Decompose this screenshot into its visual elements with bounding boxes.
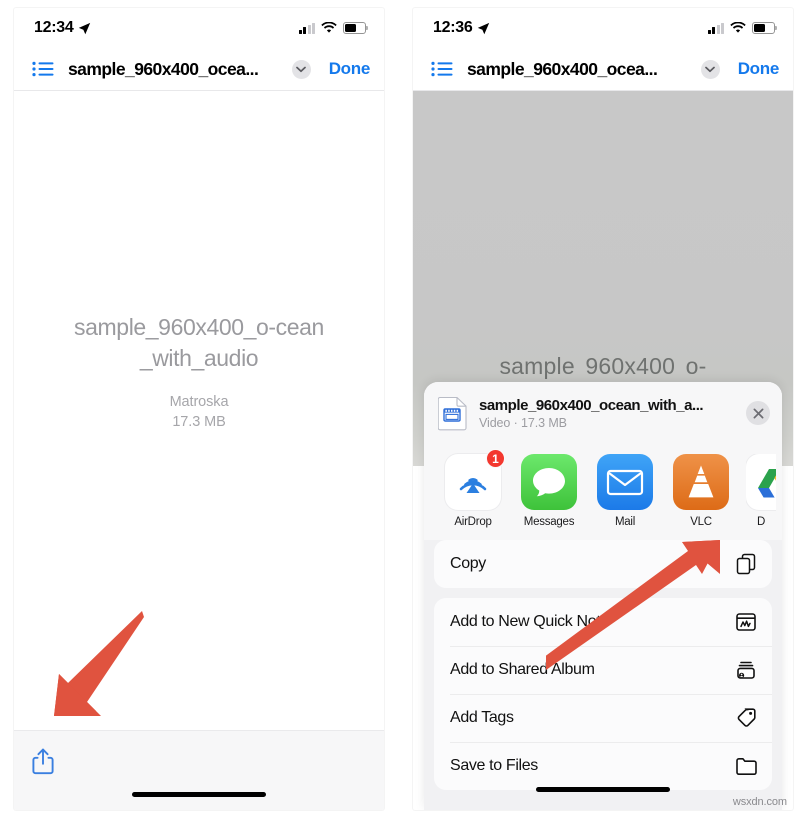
document-kind: Matroska [169,394,229,411]
right-navbar-title: sample_960x400_ocea... [467,58,658,79]
share-app-label: VLC [690,516,712,528]
action-row-shared-album[interactable]: Add to Shared Album [434,646,772,694]
left-navbar: sample_960x400_ocea... Done [14,48,384,90]
status-bar-right [707,22,778,34]
wifi-icon [730,22,746,33]
screenshot-stage: 12:34 sample_960x400_ocea... Done sample… [0,0,800,823]
status-bar-left: 12:36 [433,19,490,37]
document-name: sample_960x400_o-cean_with_audio [74,313,324,371]
location-arrow-icon [478,22,490,34]
status-bar-time: 12:34 [34,19,74,36]
share-app-vlc[interactable]: VLC [670,454,732,528]
left-done-button[interactable]: Done [321,59,371,79]
dimmed-document-name: sample 960x400 o- [499,353,707,379]
airdrop-badge: 1 [486,449,505,468]
action-row-add-tags[interactable]: Add Tags [434,694,772,742]
share-app-label: Messages [523,516,575,528]
close-icon[interactable] [746,401,770,425]
home-indicator [536,787,670,792]
action-label: Save to Files [450,757,538,774]
share-sheet: sample_960x400_ocean_with_a... Video · 1… [424,382,782,810]
action-label: Add to Shared Album [450,661,595,678]
share-app-label: D [756,516,766,528]
bulleted-list-icon[interactable] [32,61,54,77]
share-sheet-file-subtitle: Video · 17.3 MB [479,415,567,430]
status-bar-right [298,22,369,34]
share-app-label: Mail [614,516,636,528]
action-row-save-to-files[interactable]: Save to Files [434,742,772,790]
share-sheet-file-name: sample_960x400_ocean_with_a... [479,396,704,414]
action-label: Add to New Quick Note [450,613,609,630]
copy-icon [736,553,756,575]
action-label: Copy [450,555,486,572]
messages-icon [521,454,577,510]
left-status-bar: 12:34 [14,8,384,48]
watermark: wsxdn.com [732,796,787,808]
share-icon[interactable] [32,748,54,775]
chevron-down-icon[interactable] [700,59,720,79]
share-sheet-file-info: sample_960x400_ocean_with_a... Video · 1… [479,397,735,430]
battery-icon [343,22,369,34]
action-row-copy[interactable]: Copy [434,540,772,588]
share-app-mail[interactable]: Mail [594,454,656,528]
share-app-drive[interactable]: D [746,454,776,528]
battery-icon [752,22,778,34]
vlc-cone-icon [673,454,729,510]
share-sheet-header: sample_960x400_ocean_with_a... Video · 1… [424,382,782,444]
bulleted-list-icon[interactable] [431,61,453,77]
status-bar-left: 12:34 [34,19,91,37]
airdrop-icon: 1 [445,449,505,510]
video-file-icon [438,396,467,431]
left-navbar-title: sample_960x400_ocea... [68,58,259,79]
action-group: Add to New Quick Note Add to Shared Albu… [434,598,772,790]
location-arrow-icon [79,22,91,34]
left-phone-panel: 12:34 sample_960x400_ocea... Done sample… [14,8,384,810]
action-row-quick-note[interactable]: Add to New Quick Note [434,598,772,646]
shared-album-icon [737,661,755,679]
left-bottom-toolbar [14,730,384,810]
chevron-down-icon[interactable] [291,59,311,79]
document-size: 17.3 MB [172,414,226,431]
drive-icon [746,454,776,510]
share-app-label: AirDrop [454,516,492,528]
action-group: Copy [434,540,772,588]
share-sheet-app-row: 1 AirDrop Messages Mail VLC D [424,444,782,540]
status-bar-time: 12:36 [433,19,473,36]
cellular-signal-icon [707,22,724,34]
right-done-button[interactable]: Done [730,59,780,79]
action-label: Add Tags [450,709,514,726]
cellular-signal-icon [298,22,315,34]
folder-icon [736,758,757,775]
right-status-bar: 12:36 [413,8,793,48]
mail-icon [597,454,653,510]
share-sheet-actions: Copy Add to New Quick Note Add to Shared… [424,540,782,790]
left-document-preview: sample_960x400_o-cean_with_audio Matrosk… [14,91,384,711]
right-phone-panel: 12:36 sample_960x400_ocea... Done sample… [413,8,793,810]
right-navbar: sample_960x400_ocea... Done [413,48,793,90]
quick-note-icon [736,613,756,631]
wifi-icon [321,22,337,33]
home-indicator [132,792,266,797]
share-app-airdrop[interactable]: 1 AirDrop [442,449,505,528]
share-app-messages[interactable]: Messages [518,454,580,528]
tag-icon [737,708,756,727]
